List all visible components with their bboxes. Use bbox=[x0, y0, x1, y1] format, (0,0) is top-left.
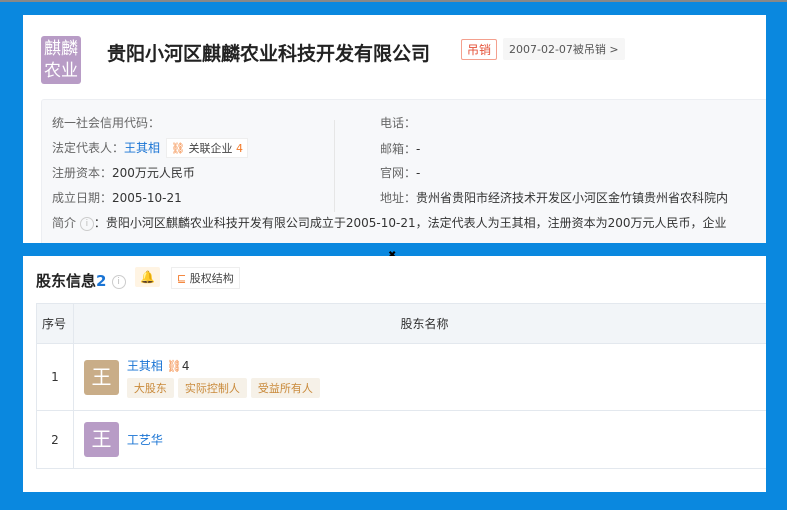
equity-icon: ⊑ bbox=[177, 272, 187, 285]
relation-icon: ⛓ bbox=[171, 142, 185, 155]
founded-value: 2005-10-21 bbox=[112, 191, 182, 205]
status-date-link[interactable]: 2007-02-07被吊销 > bbox=[503, 38, 625, 60]
tag: 实际控制人 bbox=[177, 377, 247, 398]
info-icon[interactable]: i bbox=[79, 216, 94, 231]
web-value: - bbox=[416, 166, 421, 180]
legal-rep-link[interactable]: 王其相 bbox=[124, 141, 160, 155]
tag: 受益所有人 bbox=[250, 377, 320, 398]
equity-structure-button[interactable]: ⊑ 股权结构 bbox=[171, 267, 240, 289]
address-label: 地址： bbox=[380, 191, 417, 205]
window-top-border bbox=[0, 0, 787, 2]
row-number: 1 bbox=[36, 343, 74, 411]
company-info-box: 统一社会信用代码： 法定代表人：王其相 ⛓ 关联企业 4 注册资本：200万元人民… bbox=[41, 99, 766, 243]
shareholder-link[interactable]: 王其相 bbox=[127, 359, 163, 373]
column-header: 股东名称 bbox=[73, 303, 766, 344]
tag: 大股东 bbox=[126, 377, 174, 398]
info-icon[interactable]: i bbox=[111, 274, 126, 289]
company-header-panel: 麒麟 农业 贵阳小河区麒麟农业科技开发有限公司 吊销 2007-02-07被吊销 … bbox=[23, 15, 766, 243]
phone-label: 电话： bbox=[380, 116, 417, 130]
table-row: 2 王 工艺华 bbox=[36, 410, 766, 469]
company-name: 贵阳小河区麒麟农业科技开发有限公司 bbox=[107, 43, 431, 65]
bell-icon[interactable]: 🔔 bbox=[135, 267, 160, 287]
status-badge: 吊销 bbox=[461, 39, 498, 60]
intro-text: ：贵阳小河区麒麟农业科技开发有限公司成立于2005-10-21，法定代表人为王其… bbox=[93, 216, 727, 230]
capital-label: 注册资本： bbox=[52, 166, 113, 180]
email-label: 邮箱： bbox=[380, 142, 417, 156]
credit-code-label: 统一社会信用代码： bbox=[52, 116, 161, 130]
company-logo: 麒麟 农业 bbox=[41, 36, 81, 84]
avatar: 王 bbox=[84, 359, 119, 395]
relation-icon: ⛓ bbox=[166, 358, 182, 373]
divider bbox=[334, 120, 335, 212]
address-value: 贵州省贵阳市经济技术开发区小河区金竹镇贵州省农科院内 bbox=[416, 191, 729, 205]
shareholders-panel: 股东信息2 i 🔔 ⊑ 股权结构 序号 股东名称 1 王 王其相 ⛓4 大股东 实际… bbox=[23, 256, 766, 492]
capital-value: 200万元人民币 bbox=[112, 166, 195, 180]
section-title: 股东信息2 i bbox=[36, 270, 126, 291]
legal-rep-label: 法定代表人： bbox=[52, 141, 125, 155]
web-label: 官网： bbox=[380, 166, 417, 180]
related-count-button[interactable]: ⛓4 bbox=[167, 359, 190, 373]
table-row: 1 王 王其相 ⛓4 大股东 实际控制人 受益所有人 bbox=[36, 343, 766, 411]
related-companies-button[interactable]: ⛓ 关联企业 4 bbox=[166, 138, 248, 158]
shareholders-table: 序号 股东名称 1 王 王其相 ⛓4 大股东 实际控制人 受益所有人 2 王 工艺华 bbox=[36, 303, 766, 469]
avatar: 王 bbox=[84, 422, 119, 457]
shareholder-count: 2 bbox=[96, 272, 107, 290]
row-number: 2 bbox=[36, 410, 74, 469]
shareholder-link[interactable]: 工艺华 bbox=[127, 433, 163, 447]
founded-label: 成立日期： bbox=[52, 191, 113, 205]
email-value: - bbox=[416, 142, 421, 156]
intro-label: 简介 bbox=[52, 216, 77, 230]
column-header: 序号 bbox=[36, 303, 74, 344]
